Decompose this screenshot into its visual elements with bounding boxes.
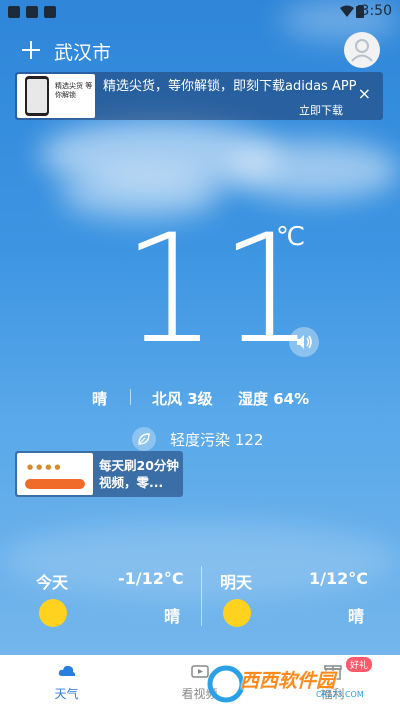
close-icon[interactable]: × [358,86,371,102]
download-button[interactable]: 立即下载 [299,102,343,118]
notification-icon [44,6,56,18]
forecast-condition: 晴 [348,607,365,626]
city-name[interactable]: 武汉市 [54,38,111,65]
forecast-range: 1/12°C [309,569,368,588]
ad-image: ●●●● [17,453,93,495]
voice-broadcast-button[interactable] [289,327,319,357]
phone-mockup-icon [25,76,49,116]
ad-image: 精选尖货 等你解锁 [17,74,95,118]
cloud-icon [58,665,76,676]
air-quality[interactable]: 轻度污染 122 [170,429,263,450]
sun-icon [39,599,67,627]
notification-icon [26,6,38,18]
tab-weather[interactable]: 天气 [0,655,133,711]
ad-image-bar [25,479,85,489]
humidity-info: 湿度 64% [238,390,310,408]
top-ad-banner[interactable]: 精选尖货 等你解锁 精选尖货，等你解锁，即刻下载adidas APP 立即下载 … [15,72,383,120]
cloud-decoration [230,140,400,200]
divider [201,566,202,626]
tab-label: 天气 [54,687,79,701]
notification-icon [8,6,20,18]
plus-icon [22,41,40,59]
temperature-unit: ℃ [276,222,306,252]
user-icon [351,39,373,62]
weather-condition: 晴 [92,390,108,408]
ad-image-caption: 精选尖货 等你解锁 [55,82,93,99]
ad-text: 精选尖货，等你解锁，即刻下载adidas APP [103,79,357,94]
forecast-range: -1/12°C [118,569,184,588]
video-ad-banner[interactable]: ●●●● 每天刷20分钟视频，零... [15,451,183,497]
watermark-text: 西西软件园 [240,670,336,692]
speaker-icon [297,335,312,349]
leaf-icon [132,427,156,451]
site-watermark: 西西软件园 CR173.COM [206,664,386,704]
forecast-condition: 晴 [164,607,181,626]
wifi-icon [340,5,354,17]
sun-icon [223,599,251,627]
forecast-day: 今天 [36,573,69,592]
ad-text: 每天刷20分钟视频，零... [99,458,179,490]
add-city-button[interactable] [22,37,40,59]
status-bar: 3:50 [0,0,400,24]
wind-info: 北风 3级 [152,390,213,408]
watermark-subtext: CR173.COM [316,690,364,699]
divider [130,389,131,405]
coin-icon: ●●●● [27,463,64,471]
avatar[interactable] [344,32,380,68]
clock: 3:50 [360,3,392,19]
forecast-day: 明天 [220,573,253,592]
